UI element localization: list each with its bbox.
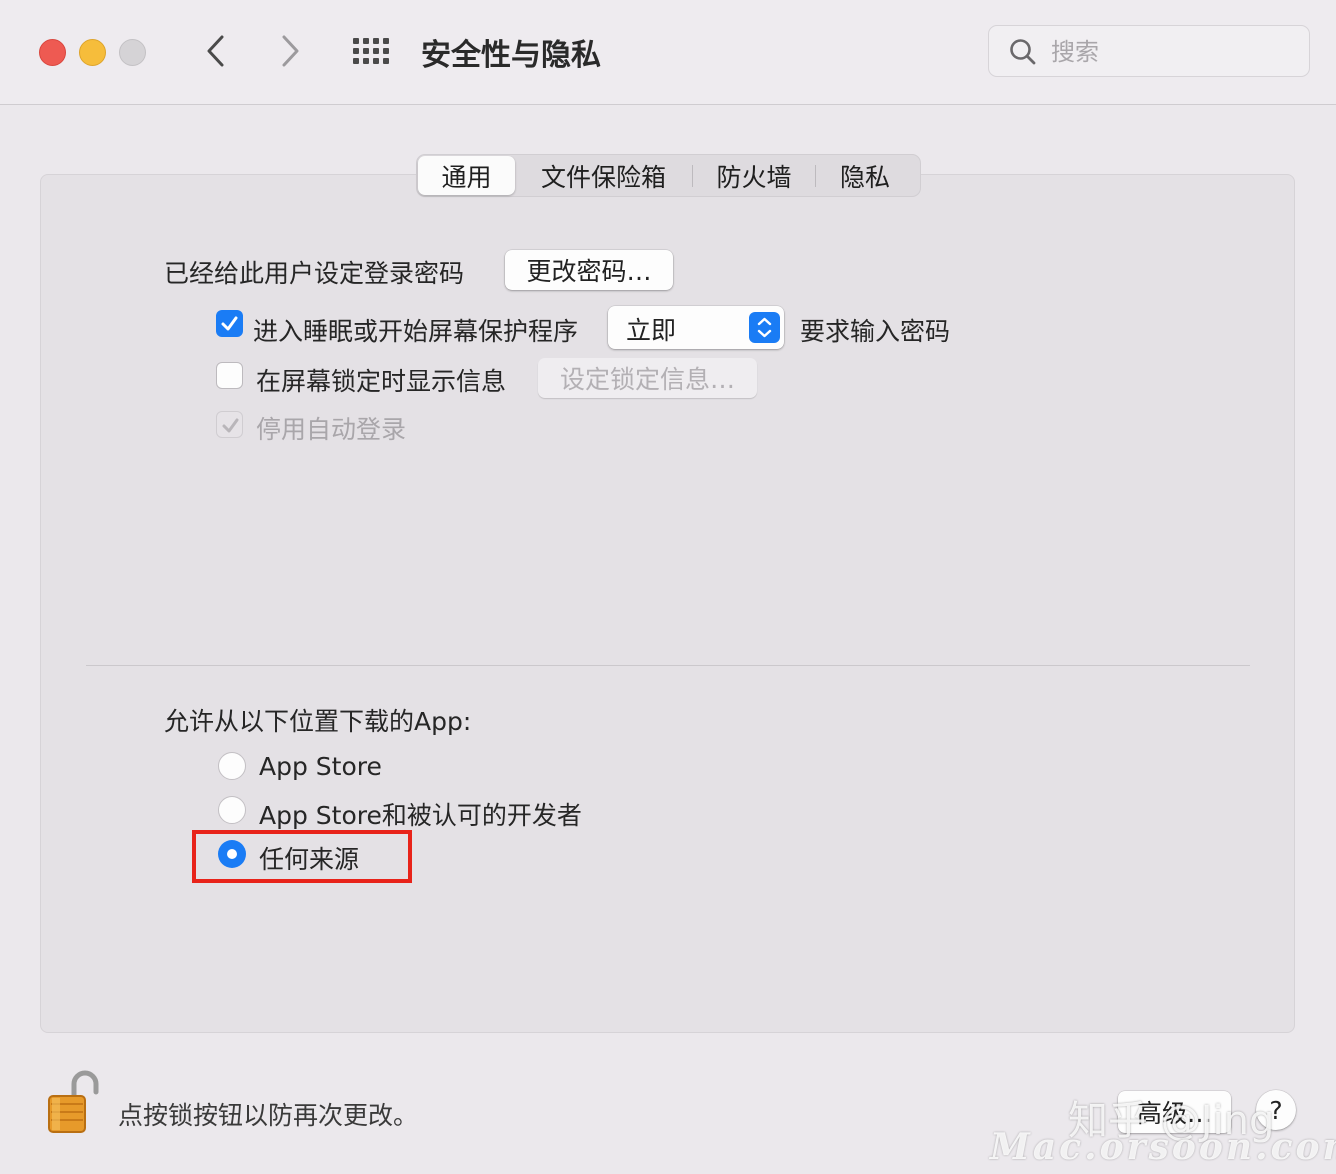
annotation-highlight-box	[192, 830, 412, 883]
require-password-checkbox[interactable]	[216, 310, 243, 337]
minimize-window-button[interactable]	[79, 39, 106, 66]
password-set-label: 已经给此用户设定登录密码	[164, 259, 465, 288]
tab-filevault[interactable]: 文件保险箱	[515, 155, 692, 196]
change-password-button[interactable]: 更改密码…	[505, 250, 673, 290]
checkmark-icon	[221, 316, 238, 331]
require-password-suffix: 要求输入密码	[800, 317, 951, 346]
tab-bar: 通用 文件保险箱 防火墙 隐私	[416, 154, 921, 197]
chevron-right-icon	[282, 35, 299, 67]
close-window-button[interactable]	[39, 39, 66, 66]
radio-app-store-label: App Store	[259, 752, 382, 781]
require-password-label: 进入睡眠或开始屏幕保护程序	[253, 317, 579, 346]
updown-chevron-icon	[749, 312, 780, 343]
checkmark-icon	[222, 418, 239, 433]
radio-app-store[interactable]	[218, 752, 246, 780]
watermark-site: Mac.orsoon.com	[990, 1126, 1336, 1168]
forward-button[interactable]	[274, 32, 306, 70]
set-lock-message-button[interactable]: 设定锁定信息…	[538, 358, 757, 398]
radio-app-store-identified[interactable]	[218, 796, 246, 824]
search-icon	[1010, 39, 1036, 65]
zoom-window-button[interactable]	[119, 39, 146, 66]
title-bar: 安全性与隐私	[0, 0, 1336, 105]
lock-hint-text: 点按锁按钮以防再次更改。	[118, 1101, 419, 1130]
section-divider	[86, 665, 1250, 666]
disable-auto-login-label: 停用自动登录	[256, 415, 407, 444]
tab-firewall[interactable]: 防火墙	[693, 155, 815, 196]
lock-message-label: 在屏幕锁定时显示信息	[256, 367, 507, 396]
password-delay-value: 立即	[626, 316, 677, 345]
unlocked-padlock-icon	[48, 1070, 99, 1133]
chevron-left-icon	[207, 35, 224, 67]
search-input[interactable]	[1049, 34, 1293, 70]
password-delay-select[interactable]: 立即	[608, 306, 784, 349]
tab-privacy[interactable]: 隐私	[816, 155, 914, 196]
lock-button[interactable]	[46, 1068, 100, 1134]
search-field[interactable]	[988, 25, 1310, 77]
content-panel	[40, 174, 1295, 1033]
disable-auto-login-checkbox[interactable]	[216, 411, 243, 438]
window-title: 安全性与隐私	[421, 38, 601, 73]
downloads-heading: 允许从以下位置下载的App:	[164, 707, 472, 736]
back-button[interactable]	[200, 32, 232, 70]
lock-message-checkbox[interactable]	[216, 362, 243, 389]
radio-app-store-identified-label: App Store和被认可的开发者	[259, 801, 582, 830]
tab-general[interactable]: 通用	[418, 156, 515, 195]
show-all-button[interactable]	[353, 38, 391, 66]
